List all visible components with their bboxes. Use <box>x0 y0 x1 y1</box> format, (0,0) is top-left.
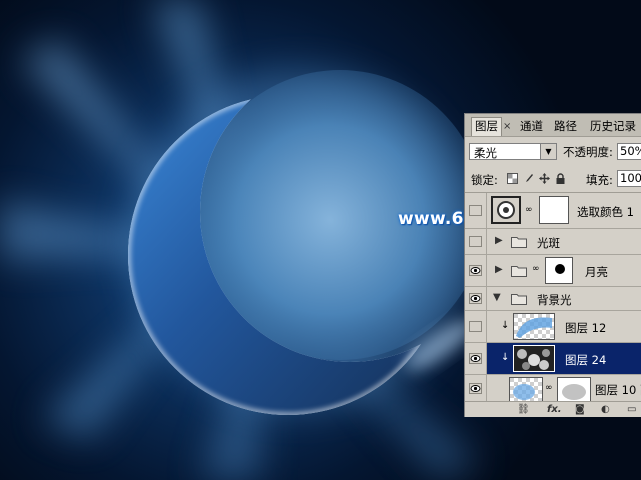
link-layers-icon[interactable]: ⛓ <box>517 404 530 416</box>
layer-name: 月亮 <box>585 265 608 279</box>
clip-arrow-icon: ↓ <box>501 320 510 331</box>
brush-lock-icon[interactable] <box>523 173 534 184</box>
blend-row: 柔光 ▼ 不透明度: 50% <box>465 138 641 165</box>
visibility-toggle[interactable] <box>465 229 487 254</box>
fill-input[interactable]: 100% <box>617 170 641 187</box>
lock-label: 锁定: <box>471 173 498 187</box>
layer-name: 光斑 <box>537 236 560 250</box>
chevron-down-icon[interactable]: ▼ <box>540 144 556 159</box>
panel-tabs: 图层 × 通道 路径 历史记录 <box>465 114 641 137</box>
layer-row-layer-10-copy[interactable]: ∞ 图层 10 副本 <box>465 375 641 403</box>
layer-row-layer-12[interactable]: ↓ 图层 12 <box>465 311 641 343</box>
blend-mode-select[interactable]: 柔光 ▼ <box>469 143 557 160</box>
layer-thumb <box>513 313 555 340</box>
visibility-toggle[interactable] <box>465 343 487 374</box>
tab-close-icon[interactable]: × <box>503 122 511 132</box>
adjustment-layer-icon[interactable]: ◐ <box>601 404 610 416</box>
layer-name: 选取颜色 1 <box>577 205 634 219</box>
layer-row-layer-24[interactable]: ↓ 图层 24 <box>465 343 641 375</box>
layer-name: 图层 10 副本 <box>595 383 641 397</box>
tab-layers-label: 图层 <box>475 119 498 133</box>
fill-label: 填充: <box>586 173 613 187</box>
eye-icon <box>469 293 482 304</box>
link-icon: ∞ <box>545 383 553 393</box>
visibility-toggle[interactable] <box>465 193 487 228</box>
folder-icon <box>511 294 527 305</box>
layer-mask-thumb <box>539 196 569 224</box>
layer-name: 背景光 <box>537 293 572 307</box>
opacity-input[interactable]: 50% <box>617 143 641 160</box>
eye-icon <box>469 353 482 364</box>
layer-row-moon[interactable]: ▶ ∞ 月亮 <box>465 255 641 287</box>
layer-row-light-spots[interactable]: ▶ 光斑 <box>465 229 641 255</box>
opacity-label: 不透明度: <box>563 145 613 159</box>
layer-mask-thumb <box>557 377 591 403</box>
eye-empty-icon <box>469 236 482 247</box>
tab-paths[interactable]: 路径 <box>551 118 580 136</box>
visibility-toggle[interactable] <box>465 287 487 310</box>
layer-thumb <box>513 345 555 372</box>
link-icon: ∞ <box>532 264 540 274</box>
triangle-right-icon[interactable]: ▶ <box>495 264 503 275</box>
layer-mask-thumb <box>545 257 573 284</box>
layers-panel: 图层 × 通道 路径 历史记录 柔光 ▼ 不透明度: 50% 锁定: 填充: 1… <box>464 113 641 417</box>
clip-arrow-icon: ↓ <box>501 352 510 363</box>
visibility-toggle[interactable] <box>465 255 487 286</box>
tab-channels[interactable]: 通道 <box>517 118 546 136</box>
triangle-down-icon[interactable]: ▼ <box>493 292 501 303</box>
eye-icon <box>469 383 482 394</box>
tab-history-label: 历史记录 <box>590 119 636 133</box>
crescent-moon <box>128 95 448 415</box>
add-mask-icon[interactable]: ◙ <box>575 404 585 416</box>
visibility-toggle[interactable] <box>465 375 487 402</box>
eye-empty-icon <box>469 321 482 332</box>
lock-transparent-icon[interactable] <box>507 173 518 184</box>
folder-icon <box>511 266 527 277</box>
layer-row-background-light[interactable]: ▼ 背景光 <box>465 287 641 311</box>
folder-icon <box>511 237 527 248</box>
eye-empty-icon <box>469 205 482 216</box>
layer-name: 图层 24 <box>565 353 607 367</box>
tab-channels-label: 通道 <box>520 119 543 133</box>
eye-icon <box>469 265 482 276</box>
move-lock-icon[interactable] <box>539 173 550 184</box>
layers-list: ∞ 选取颜色 1 ▶ 光斑 ▶ ∞ 月亮 ▼ 背景光 ↓ 图层 12 ↓ 图层 … <box>465 193 641 403</box>
layer-row-selective-color[interactable]: ∞ 选取颜色 1 <box>465 193 641 229</box>
adjustment-icon <box>491 196 521 224</box>
link-icon: ∞ <box>525 205 533 215</box>
fx-button[interactable]: fx. <box>547 404 562 416</box>
layer-name: 图层 12 <box>565 321 607 335</box>
lock-row: 锁定: 填充: 100% <box>465 166 641 193</box>
layer-thumb <box>509 377 543 403</box>
new-group-icon[interactable]: ▭ <box>627 404 636 416</box>
visibility-toggle[interactable] <box>465 311 487 342</box>
panel-footer: ⛓ fx. ◙ ◐ ▭ <box>465 401 641 417</box>
tab-layers[interactable]: 图层 <box>471 117 502 136</box>
blend-mode-value: 柔光 <box>474 146 497 160</box>
triangle-right-icon[interactable]: ▶ <box>495 235 503 246</box>
tab-history[interactable]: 历史记录 <box>587 118 639 136</box>
lock-all-icon[interactable] <box>555 173 566 184</box>
tab-paths-label: 路径 <box>554 119 577 133</box>
